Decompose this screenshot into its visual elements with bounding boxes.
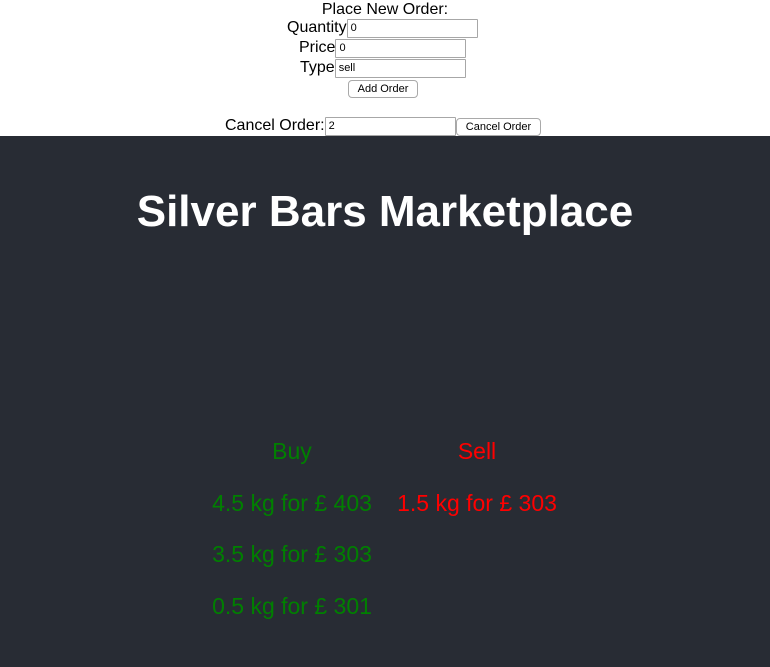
- buy-order-item: 0.5 kg for £ 301: [212, 593, 372, 619]
- price-label: Price: [299, 39, 336, 56]
- cancel-order-id-input[interactable]: [324, 116, 456, 136]
- add-order-button[interactable]: Add Order: [348, 80, 418, 98]
- cancel-order-button[interactable]: Cancel Order: [456, 118, 541, 136]
- type-row: Type: [300, 58, 466, 78]
- type-label: Type: [300, 59, 335, 76]
- price-input[interactable]: [335, 38, 467, 58]
- sell-column-header: Sell: [457, 438, 497, 464]
- type-input[interactable]: [334, 58, 466, 78]
- sell-order-item: 1.5 kg for £ 303: [397, 490, 557, 516]
- buy-order-item: 4.5 kg for £ 403: [212, 490, 372, 516]
- place-order-title: Place New Order:: [321, 1, 449, 18]
- cancel-order-label: Cancel Order:: [225, 117, 325, 134]
- buy-column-header: Buy: [272, 438, 312, 464]
- marketplace-title: Silver Bars Marketplace: [136, 187, 634, 236]
- buy-order-item: 3.5 kg for £ 303: [212, 541, 372, 567]
- quantity-input[interactable]: [346, 18, 478, 38]
- quantity-row: Quantity: [287, 18, 478, 38]
- order-forms: Place New Order: Quantity Price Type Add…: [0, 0, 770, 136]
- cancel-row: Cancel Order:: [225, 116, 456, 136]
- quantity-label: Quantity: [287, 19, 347, 36]
- price-row: Price: [299, 38, 467, 58]
